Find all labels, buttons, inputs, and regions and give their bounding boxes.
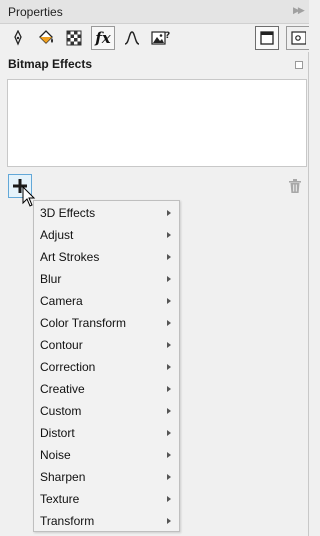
menu-item-contour[interactable]: Contour [34,334,179,356]
menu-item-label: Art Strokes [40,250,100,264]
menu-item-label: Adjust [40,228,74,242]
trash-icon[interactable] [286,177,304,195]
menu-item-label: Blur [40,272,62,286]
add-effect-menu: 3D Effects Adjust Art Strokes Blur Camer… [33,200,180,532]
menu-item-creative[interactable]: Creative [34,378,179,400]
bitmap-info-icon[interactable]: ? [149,26,173,50]
menu-item-label: Transform [40,514,95,528]
submenu-arrow-icon [167,496,171,502]
submenu-arrow-icon [167,210,171,216]
submenu-arrow-icon [167,364,171,370]
properties-toolbar: fx ? [0,24,309,52]
menu-item-label: Sharpen [40,470,86,484]
mouse-cursor-icon [22,185,36,208]
menu-item-adjust[interactable]: Adjust [34,224,179,246]
menu-item-correction[interactable]: Correction [34,356,179,378]
submenu-arrow-icon [167,386,171,392]
frame-settings-icon[interactable] [286,26,309,50]
fx-label: fx [95,29,111,47]
submenu-arrow-icon [167,518,171,524]
double-chevron-right-icon[interactable]: ▶▶ [293,5,305,17]
submenu-arrow-icon [167,276,171,282]
fx-effects-icon[interactable]: fx [91,26,115,50]
menu-item-camera[interactable]: Camera [34,290,179,312]
menu-item-label: Custom [40,404,82,418]
submenu-arrow-icon [167,254,171,260]
svg-text:?: ? [165,31,170,41]
menu-item-custom[interactable]: Custom [34,400,179,422]
effects-list[interactable] [7,79,307,167]
menu-item-label: Creative [40,382,85,396]
submenu-arrow-icon [167,320,171,326]
menu-item-blur[interactable]: Blur [34,268,179,290]
panel-title: Properties [8,5,63,19]
section-title: Bitmap Effects [8,57,93,71]
menu-item-3d-effects[interactable]: 3D Effects [34,202,179,224]
section-options-icon[interactable] [295,61,303,69]
menu-item-texture[interactable]: Texture [34,488,179,510]
submenu-arrow-icon [167,342,171,348]
submenu-arrow-icon [167,232,171,238]
transparency-checker-icon[interactable] [62,26,86,50]
menu-item-art-strokes[interactable]: Art Strokes [34,246,179,268]
menu-item-transform[interactable]: Transform [34,510,179,532]
menu-item-sharpen[interactable]: Sharpen [34,466,179,488]
menu-item-label: Contour [40,338,83,352]
submenu-arrow-icon [167,474,171,480]
frame-icon[interactable] [255,26,279,50]
submenu-arrow-icon [167,452,171,458]
menu-item-label: Correction [40,360,96,374]
menu-item-label: Color Transform [40,316,127,330]
curve-icon[interactable] [120,26,144,50]
submenu-arrow-icon [167,298,171,304]
menu-item-label: Distort [40,426,75,440]
panel-titlebar: Properties ▶▶ [0,0,309,24]
menu-item-label: 3D Effects [40,206,96,220]
menu-item-label: Camera [40,294,83,308]
fill-bucket-icon[interactable] [34,26,58,50]
pen-outline-icon[interactable] [6,26,30,50]
menu-item-distort[interactable]: Distort [34,422,179,444]
menu-item-label: Texture [40,492,80,506]
menu-item-color-transform[interactable]: Color Transform [34,312,179,334]
submenu-arrow-icon [167,430,171,436]
submenu-arrow-icon [167,408,171,414]
menu-item-label: Noise [40,448,71,462]
properties-panel: Properties ▶▶ fx ? Bitmap Effects 3D Eff… [0,0,309,536]
menu-item-noise[interactable]: Noise [34,444,179,466]
